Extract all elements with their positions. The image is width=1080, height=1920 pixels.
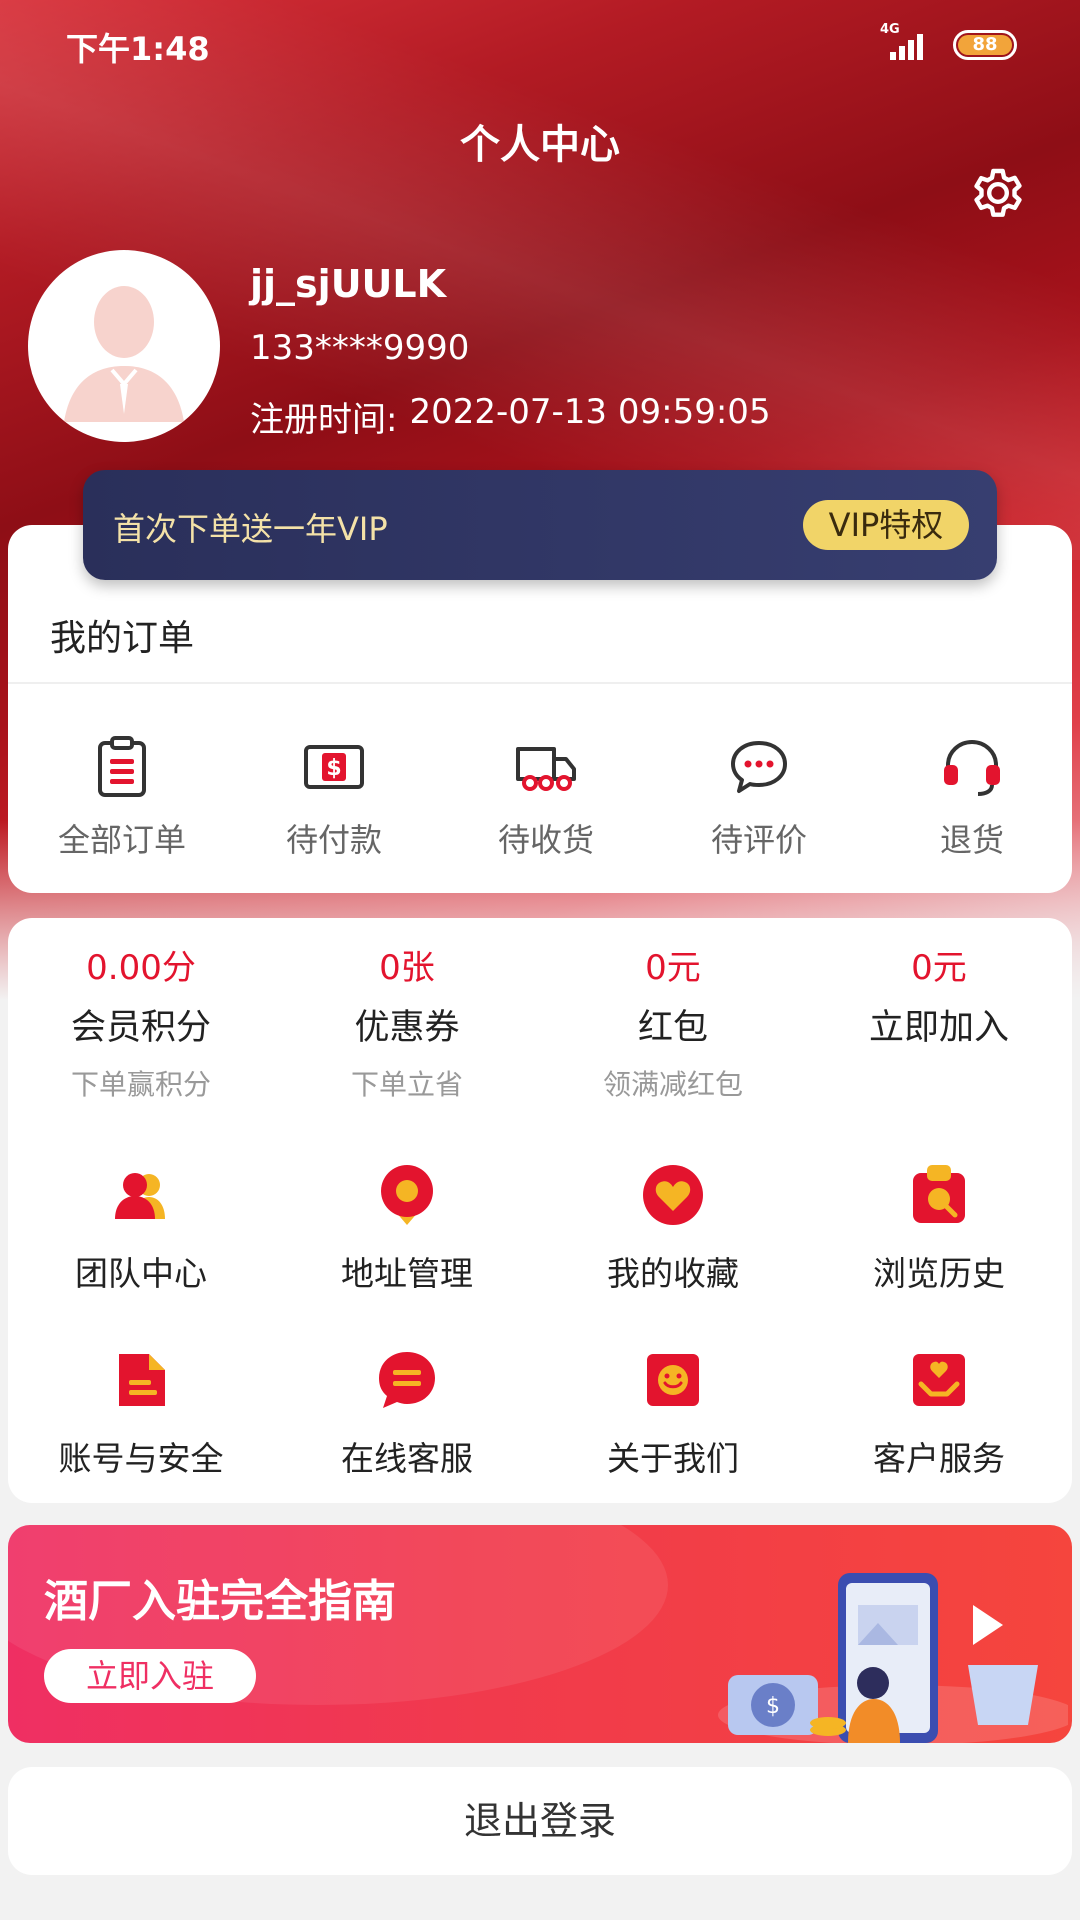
order-label: 待收货	[497, 821, 594, 859]
menu-about-us[interactable]: 关于我们	[540, 1348, 806, 1498]
signal-icon: 4G	[880, 22, 936, 60]
promo-banner[interactable]: 酒厂入驻完全指南 立即入驻 $	[8, 1525, 1072, 1743]
menu-label: 客户服务	[873, 1439, 1005, 1478]
promo-title: 酒厂入驻完全指南	[44, 1576, 396, 1627]
stat-value: 0.00分	[86, 948, 196, 988]
order-pending-payment[interactable]: $ 待付款	[228, 735, 440, 875]
stat-sub	[806, 1060, 1072, 1110]
stat-sub: 下单赢积分	[70, 1068, 211, 1101]
menu-label: 地址管理	[341, 1254, 473, 1293]
avatar[interactable]	[28, 250, 220, 442]
stat-label: 会员积分	[70, 1008, 211, 1048]
heart-icon	[643, 1165, 703, 1225]
team-icon	[115, 1173, 165, 1219]
menu-label: 我的收藏	[607, 1254, 739, 1293]
phone-number: 133****9990	[250, 328, 470, 368]
gear-icon	[974, 168, 1022, 217]
profile-page: 下午1:48 4G 88 个人中心 jj_sjUULK 133****9990 …	[0, 0, 1080, 1920]
vip-privilege-button[interactable]: VIP特权	[803, 500, 969, 550]
vip-text: 首次下单送一年VIP	[113, 510, 388, 548]
join-now-button[interactable]: 立即入驻	[44, 1649, 256, 1703]
battery-icon: 88	[953, 30, 1017, 60]
menu-account-security[interactable]: 账号与安全	[8, 1348, 274, 1498]
battery-level: 88	[958, 35, 1012, 55]
stat-red-packet[interactable]: 0元 红包 领满减红包	[540, 940, 806, 1110]
order-all[interactable]: 全部订单	[16, 735, 228, 875]
order-pending-review[interactable]: 待评价	[653, 735, 865, 875]
status-time: 下午1:48	[66, 30, 210, 68]
stat-label: 立即加入	[868, 1008, 1009, 1048]
stats-card: 0.00分 会员积分 下单赢积分 0张 优惠券 下单立省 0元 红包 领满减红包…	[8, 918, 1072, 1503]
document-icon	[119, 1354, 165, 1406]
divider	[8, 682, 1072, 684]
menu-label: 关于我们	[607, 1439, 739, 1478]
order-label: 全部订单	[57, 821, 186, 859]
orders-title[interactable]: 我的订单	[50, 609, 194, 661]
comment-icon	[731, 741, 787, 793]
menu-label: 账号与安全	[58, 1439, 224, 1478]
smile-icon	[647, 1354, 699, 1406]
registration-time: 注册时间: 2022-07-13 09:59:05	[250, 392, 771, 441]
menu-label: 团队中心	[75, 1254, 207, 1293]
username: jj_sjUULK	[250, 262, 447, 306]
menu-label: 在线客服	[341, 1439, 473, 1478]
order-label: 退货	[939, 821, 1004, 859]
stat-sub: 领满减红包	[602, 1068, 743, 1101]
svg-text:$: $	[326, 756, 341, 781]
user-silhouette-icon	[32, 254, 216, 438]
menu-customer-service[interactable]: 客户服务	[806, 1348, 1072, 1498]
stat-value: 0元	[911, 948, 967, 988]
logout-button[interactable]: 退出登录	[8, 1767, 1072, 1875]
order-pending-receipt[interactable]: 待收货	[440, 735, 652, 875]
menu-favorites[interactable]: 我的收藏	[540, 1163, 806, 1313]
truck-icon	[516, 747, 576, 791]
chat-icon	[379, 1352, 435, 1408]
stat-value: 0元	[645, 948, 701, 988]
stat-value: 0张	[379, 948, 435, 988]
service-icon	[913, 1354, 965, 1406]
stat-coupons[interactable]: 0张 优惠券 下单立省	[274, 940, 540, 1110]
vip-banner[interactable]: 首次下单送一年VIP VIP特权	[83, 470, 997, 580]
headset-icon	[944, 739, 1000, 796]
registration-value: 2022-07-13 09:59:05	[409, 392, 771, 432]
stat-label: 红包	[637, 1008, 708, 1048]
orders-card: 我的订单 全部订单 $ 待付款 待收货 待评价 退货	[8, 525, 1072, 893]
menu-history[interactable]: 浏览历史	[806, 1163, 1072, 1313]
history-icon	[913, 1165, 965, 1223]
order-return[interactable]: 退货	[866, 735, 1078, 875]
location-icon	[381, 1165, 433, 1225]
stat-points[interactable]: 0.00分 会员积分 下单赢积分	[8, 940, 274, 1110]
menu-label: 浏览历史	[873, 1254, 1005, 1293]
clipboard-icon	[98, 736, 146, 797]
menu-address[interactable]: 地址管理	[274, 1163, 540, 1313]
page-title: 个人中心	[460, 122, 620, 168]
payment-icon: $	[304, 745, 364, 789]
svg-text:$: $	[766, 1694, 780, 1719]
order-label: 待评价	[710, 821, 807, 859]
stat-label: 优惠券	[354, 1008, 460, 1048]
registration-label: 注册时间:	[250, 400, 398, 440]
menu-team-center[interactable]: 团队中心	[8, 1163, 274, 1313]
order-label: 待付款	[285, 821, 382, 859]
stat-join[interactable]: 0元 立即加入	[806, 940, 1072, 1110]
promo-illustration-icon: $	[718, 1573, 1068, 1743]
settings-button[interactable]	[965, 160, 1031, 226]
status-bar: 下午1:48 4G 88	[0, 0, 1080, 90]
menu-online-service[interactable]: 在线客服	[274, 1348, 540, 1498]
stat-sub: 下单立省	[350, 1068, 463, 1101]
